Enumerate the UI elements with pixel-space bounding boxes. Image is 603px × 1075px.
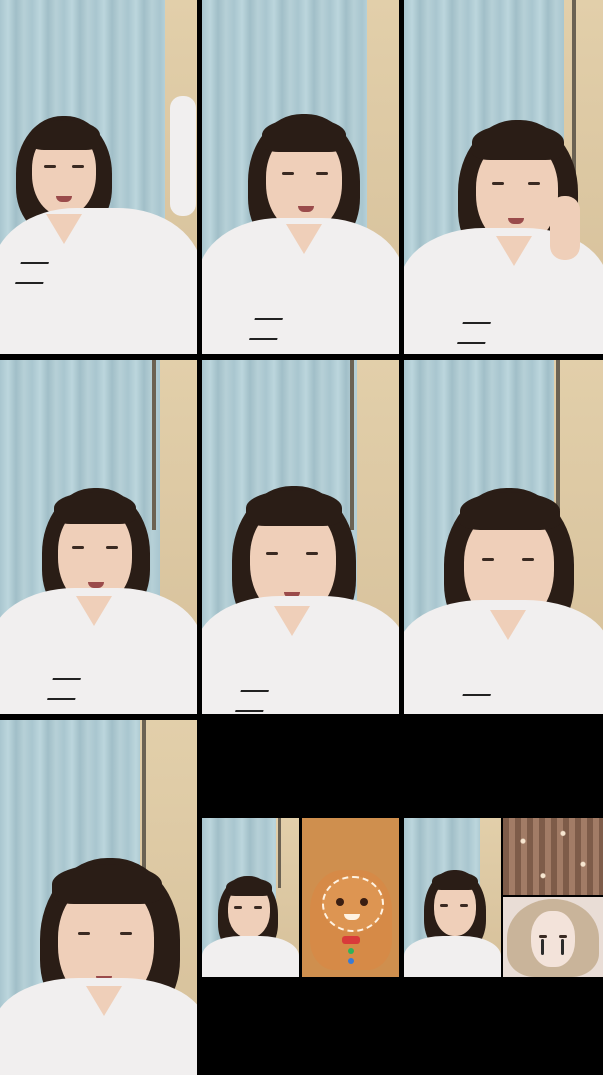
video-tile-2[interactable]	[202, 0, 399, 354]
participant	[0, 360, 197, 714]
participant	[404, 360, 603, 714]
mini-tile-beauty-filter[interactable]	[503, 897, 603, 977]
mini-tile-gingerbread-filter[interactable]	[302, 818, 399, 977]
video-tile-7[interactable]	[0, 720, 197, 1075]
participant	[0, 720, 197, 1075]
video-tile-5[interactable]	[202, 360, 399, 714]
participant	[202, 0, 399, 354]
video-tile-6[interactable]	[404, 360, 603, 714]
mini-tile-self-2[interactable]	[404, 818, 501, 977]
participant	[202, 360, 399, 714]
video-tile-4[interactable]	[0, 360, 197, 714]
mini-tile-self[interactable]	[202, 818, 299, 977]
video-tile-3[interactable]	[404, 0, 603, 354]
mini-tile-sparkle[interactable]	[503, 818, 603, 895]
person-icon	[202, 818, 299, 977]
video-tile-1[interactable]	[0, 0, 197, 354]
participant	[0, 0, 197, 354]
participant	[404, 0, 603, 354]
video-grid	[0, 0, 603, 1075]
sparkle-icon	[503, 818, 603, 895]
person-icon	[404, 818, 501, 977]
